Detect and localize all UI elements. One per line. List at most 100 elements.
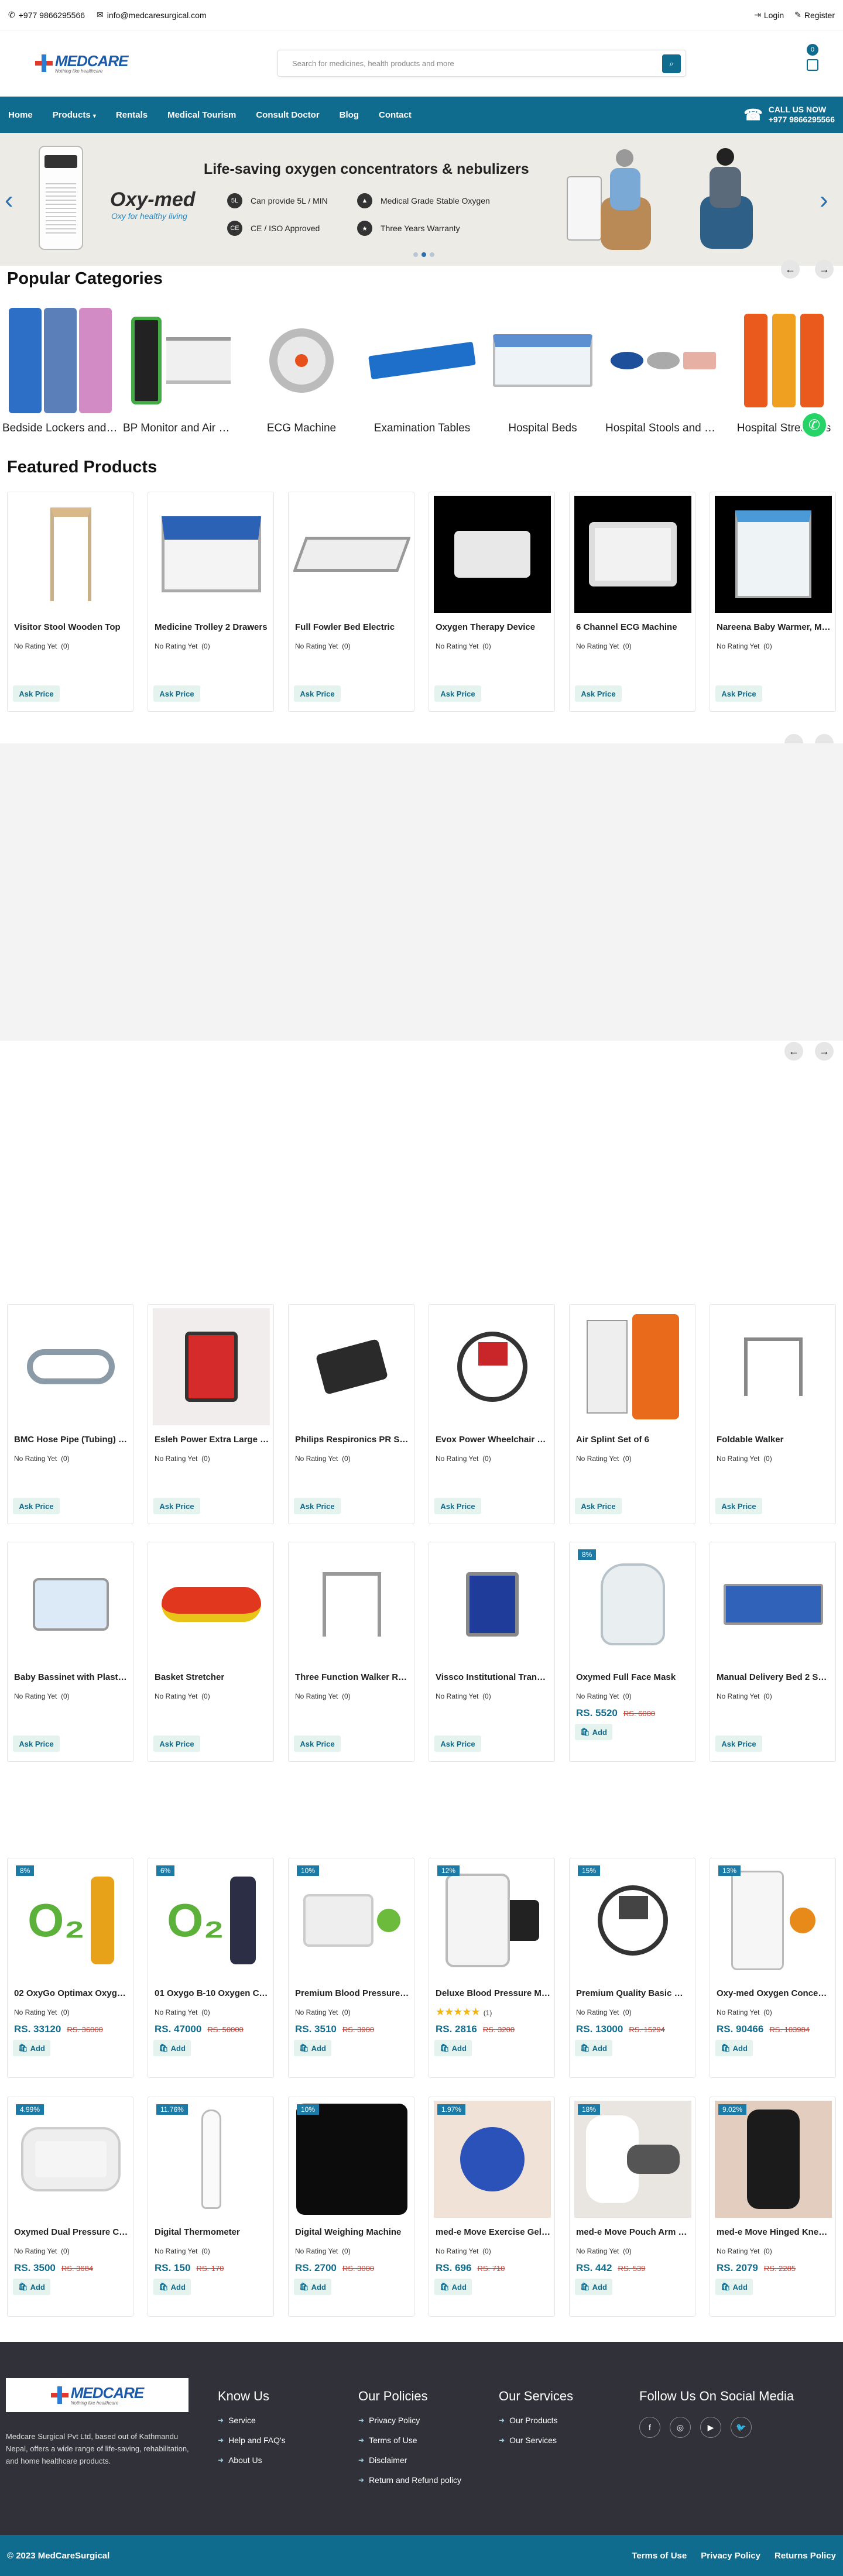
product-card[interactable]: Basket Stretcher No Rating Yet (0) Ask P… (148, 1542, 274, 1762)
ask-price-button[interactable]: Ask Price (434, 1735, 481, 1752)
ask-price-button[interactable]: Ask Price (715, 1498, 762, 1514)
category-card[interactable]: Hospital Beds (485, 303, 601, 441)
cart-button[interactable]: 0 (804, 44, 821, 73)
product-name[interactable]: 02 OxyGo Optimax Oxygen Can (14, 1988, 129, 1998)
section-next-button[interactable]: → (815, 1042, 834, 1061)
ask-price-button[interactable]: Ask Price (294, 685, 341, 702)
add-to-cart-button[interactable]: 🛍 Add (13, 2279, 50, 2295)
product-name[interactable]: Basket Stretcher (155, 1672, 269, 1682)
terms-link[interactable]: Terms of Use (632, 2551, 687, 2561)
banner-dots[interactable] (413, 252, 434, 257)
product-card[interactable]: Air Splint Set of 6 No Rating Yet (0) As… (569, 1304, 695, 1524)
product-name[interactable]: 6 Channel ECG Machine (576, 622, 691, 632)
nav-medical-tourism[interactable]: Medical Tourism (167, 110, 236, 120)
product-card[interactable]: BMC Hose Pipe (Tubing) for CPAP No Ratin… (7, 1304, 133, 1524)
product-name[interactable]: Premium Blood Pressure Monitor (295, 1988, 410, 1998)
nav-home[interactable]: Home (8, 110, 33, 120)
nav-blog[interactable]: Blog (340, 110, 359, 120)
product-name[interactable]: med-e Move Exercise Gel Ball (436, 2227, 550, 2237)
product-name[interactable]: Full Fowler Bed Electric (295, 622, 410, 632)
hero-banner[interactable]: Oxy-med Oxy for healthy living Life-savi… (0, 133, 843, 266)
add-to-cart-button[interactable]: 🛍 Add (294, 2279, 331, 2295)
nav-contact[interactable]: Contact (379, 110, 412, 120)
category-card[interactable]: Bedside Lockers and Cabinets (2, 303, 118, 441)
product-card[interactable]: 1.97% med-e Move Exercise Gel Ball No Ra… (429, 2097, 555, 2317)
product-name[interactable]: Philips Respironics PR System One (295, 1435, 410, 1445)
footer-link[interactable]: Service (218, 2416, 286, 2425)
product-card[interactable]: 15% Premium Quality Basic Wheelchair No … (569, 1858, 695, 2078)
ask-price-button[interactable]: Ask Price (434, 1498, 481, 1514)
ask-price-button[interactable]: Ask Price (13, 1735, 60, 1752)
product-card[interactable]: Baby Bassinet with Plastic Tray No Ratin… (7, 1542, 133, 1762)
categories-prev-button[interactable]: ← (781, 260, 800, 279)
product-card[interactable]: 12% Deluxe Blood Pressure Monitor ★★★★★(… (429, 1858, 555, 2078)
nav-products[interactable]: Products ▾ (53, 110, 96, 120)
whatsapp-button[interactable]: ✆ (801, 411, 828, 438)
product-card[interactable]: 10% Premium Blood Pressure Monitor No Ra… (288, 1858, 414, 2078)
add-to-cart-button[interactable]: 🛍 Add (434, 2279, 472, 2295)
product-name[interactable]: Medicine Trolley 2 Drawers (155, 622, 269, 632)
product-card[interactable]: Medicine Trolley 2 Drawers No Rating Yet… (148, 492, 274, 712)
product-name[interactable]: Baby Bassinet with Plastic Tray (14, 1672, 129, 1682)
ask-price-button[interactable]: Ask Price (153, 1498, 200, 1514)
product-name[interactable]: Evox Power Wheelchair Foldable (436, 1435, 550, 1445)
category-card[interactable]: BP Monitor and Air Mattress (123, 303, 239, 441)
ask-price-button[interactable]: Ask Price (575, 1498, 622, 1514)
product-name[interactable]: Oxygen Therapy Device (436, 622, 550, 632)
product-card[interactable]: 9.02% med-e Move Hinged Knee Brace No Ra… (710, 2097, 836, 2317)
phone-contact[interactable]: ✆ +977 9866295566 (8, 10, 85, 20)
ask-price-button[interactable]: Ask Price (153, 1735, 200, 1752)
add-to-cart-button[interactable]: 🛍 Add (153, 2279, 191, 2295)
product-name[interactable]: Nareena Baby Warmer, Mobile (717, 622, 831, 632)
product-card[interactable]: Oxygen Therapy Device No Rating Yet (0) … (429, 492, 555, 712)
product-name[interactable]: med-e Move Hinged Knee Brace (717, 2227, 831, 2237)
product-card[interactable]: Evox Power Wheelchair Foldable No Rating… (429, 1304, 555, 1524)
ask-price-button[interactable]: Ask Price (294, 1498, 341, 1514)
youtube-icon[interactable]: ▶ (700, 2417, 721, 2438)
footer-link[interactable]: Our Products (499, 2416, 573, 2425)
product-card[interactable]: Nareena Baby Warmer, Mobile No Rating Ye… (710, 492, 836, 712)
product-name[interactable]: Visitor Stool Wooden Top (14, 622, 129, 632)
ask-price-button[interactable]: Ask Price (294, 1735, 341, 1752)
add-to-cart-button[interactable]: 🛍 Add (153, 2040, 191, 2056)
footer-link[interactable]: Return and Refund policy (358, 2475, 461, 2485)
search-button[interactable]: ⌕ (662, 54, 681, 73)
product-card[interactable]: 10% Digital Weighing Machine No Rating Y… (288, 2097, 414, 2317)
product-name[interactable]: med-e Move Pouch Arm Sling (576, 2227, 691, 2237)
product-card[interactable]: Foldable Walker No Rating Yet (0) Ask Pr… (710, 1304, 836, 1524)
product-name[interactable]: Air Splint Set of 6 (576, 1435, 691, 1445)
add-to-cart-button[interactable]: 🛍 Add (434, 2040, 472, 2056)
product-name[interactable]: Three Function Walker Reciprocal (295, 1672, 410, 1682)
add-to-cart-button[interactable]: 🛍 Add (575, 2040, 612, 2056)
ask-price-button[interactable]: Ask Price (715, 1735, 762, 1752)
product-card[interactable]: Esleh Power Extra Large Wheelchair No Ra… (148, 1304, 274, 1524)
product-name[interactable]: Oxymed Full Face Mask (576, 1672, 691, 1682)
search-input[interactable]: Search for medicines, health products an… (277, 50, 686, 77)
category-card[interactable]: Examination Tables (364, 303, 480, 441)
product-card[interactable]: Full Fowler Bed Electric No Rating Yet (… (288, 492, 414, 712)
product-name[interactable]: Foldable Walker (717, 1435, 831, 1445)
product-name[interactable]: Esleh Power Extra Large Wheelchair (155, 1435, 269, 1445)
login-link[interactable]: ⇥ Login (754, 10, 784, 20)
category-card[interactable]: Hospital Stools and Chairs (605, 303, 721, 441)
site-logo[interactable]: MEDCARE Nothing like healthcare (35, 53, 128, 74)
product-name[interactable]: Deluxe Blood Pressure Monitor (436, 1988, 550, 1998)
email-contact[interactable]: ✉ info@medcaresurgical.com (97, 10, 207, 20)
product-card[interactable]: 13% Oxy-med Oxygen Concentrator No Ratin… (710, 1858, 836, 2078)
product-name[interactable]: 01 Oxygo B-10 Oxygen Cylinder (155, 1988, 269, 1998)
product-card[interactable]: Philips Respironics PR System One No Rat… (288, 1304, 414, 1524)
privacy-link[interactable]: Privacy Policy (701, 2551, 760, 2561)
add-to-cart-button[interactable]: 🛍 Add (715, 2279, 753, 2295)
ask-price-button[interactable]: Ask Price (575, 685, 622, 702)
product-card[interactable]: Vissco Institutional Transport Wheelchai… (429, 1542, 555, 1762)
footer-link[interactable]: Disclaimer (358, 2455, 461, 2465)
facebook-icon[interactable]: f (639, 2417, 660, 2438)
product-name[interactable]: Manual Delivery Bed 2 Section (717, 1672, 831, 1682)
call-us[interactable]: ☎ CALL US NOW +977 9866295566 (743, 105, 835, 125)
ask-price-button[interactable]: Ask Price (153, 685, 200, 702)
product-card[interactable]: 8% Oxymed Full Face Mask No Rating Yet (… (569, 1542, 695, 1762)
product-name[interactable]: Digital Weighing Machine (295, 2227, 410, 2237)
add-to-cart-button[interactable]: 🛍 Add (715, 2040, 753, 2056)
product-name[interactable]: Oxy-med Oxygen Concentrator (717, 1988, 831, 1998)
product-card[interactable]: Manual Delivery Bed 2 Section No Rating … (710, 1542, 836, 1762)
